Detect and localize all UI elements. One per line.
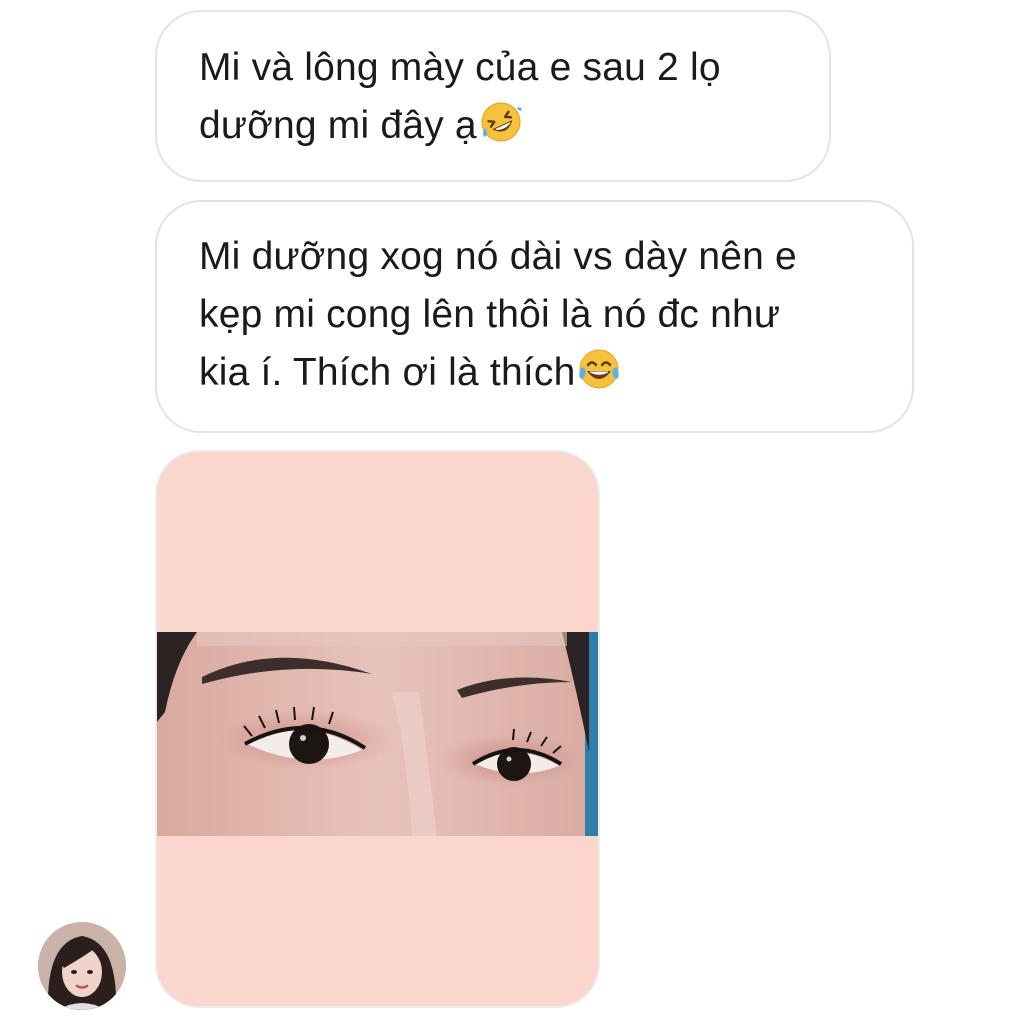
photo-message[interactable] xyxy=(155,450,600,1008)
message-text-line: dưỡng mi đây ạ xyxy=(199,97,799,155)
chat-thread: Mi và lông mày của e sau 2 lọ dưỡng mi đ… xyxy=(0,0,1024,1024)
message-text-segment: dưỡng mi đây ạ xyxy=(199,104,477,147)
message-text-line: kia í. Thích ơi là thích xyxy=(199,344,882,402)
sender-avatar[interactable] xyxy=(38,922,126,1010)
message-bubble[interactable]: Mi và lông mày của e sau 2 lọ dưỡng mi đ… xyxy=(155,10,831,182)
message-text-segment: kia í. Thích ơi là thích xyxy=(199,351,576,394)
message-text-line: kẹp mi cong lên thôi là nó đc như xyxy=(199,293,781,336)
message-text-line: Mi dưỡng xog nó dài vs dày nên e xyxy=(199,235,797,278)
avatar-photo xyxy=(38,922,126,1010)
message-bubble[interactable]: Mi dưỡng xog nó dài vs dày nên e kẹp mi … xyxy=(155,200,914,433)
rolling-on-floor-laughing-icon xyxy=(479,100,523,144)
eyes-closeup-photo xyxy=(157,632,598,836)
message-text-line: Mi và lông mày của e sau 2 lọ xyxy=(199,46,721,89)
tears-of-joy-icon xyxy=(577,347,621,391)
